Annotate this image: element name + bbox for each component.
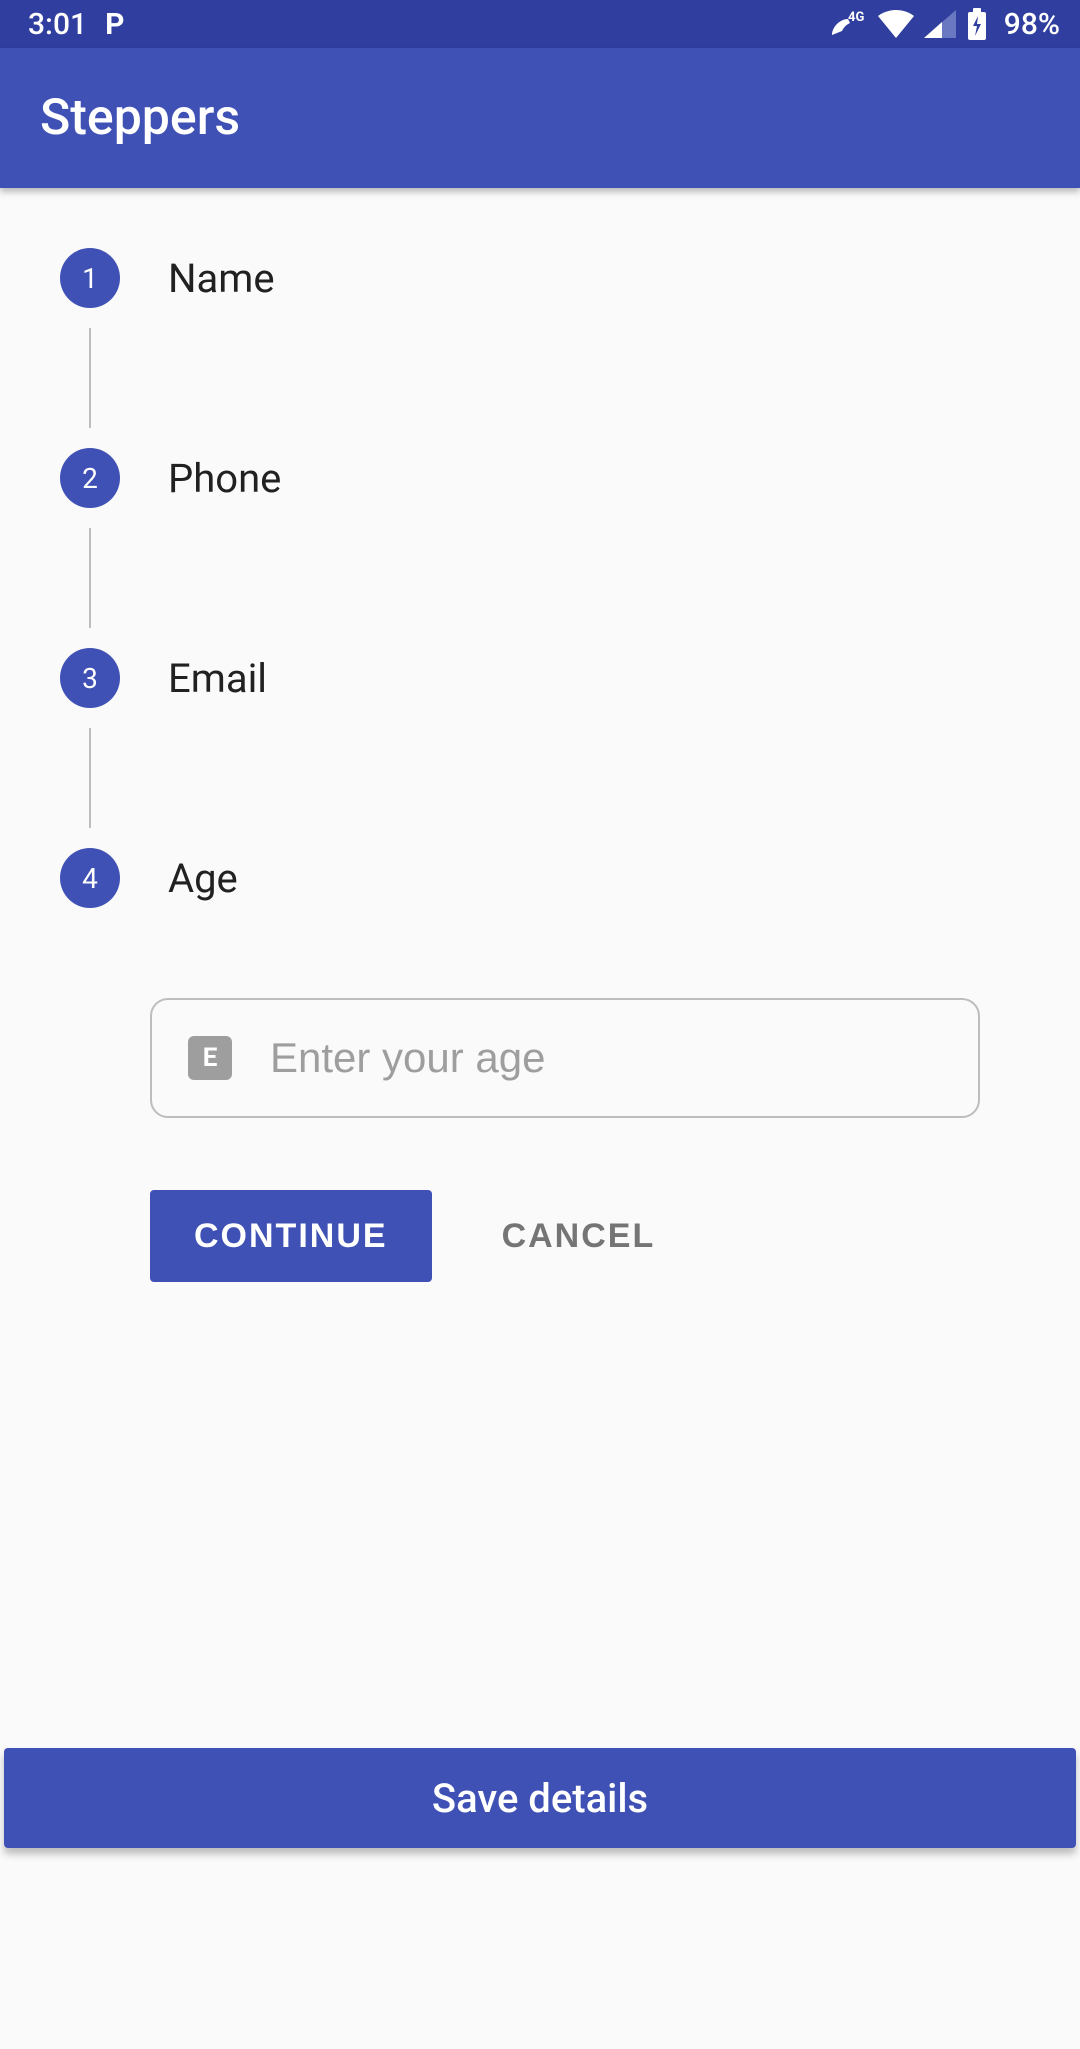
- cancel-button[interactable]: CANCEL: [492, 1190, 666, 1282]
- step-circle-3: 3: [60, 648, 120, 708]
- status-time: 3:01: [28, 7, 87, 42]
- signal-icon: [924, 10, 956, 38]
- page-title: Steppers: [40, 89, 240, 147]
- step-circle-1: 1: [60, 248, 120, 308]
- step-label-email: Email: [168, 655, 267, 702]
- svg-text:4G: 4G: [848, 10, 864, 25]
- step-circle-4: 4: [60, 848, 120, 908]
- age-input-container[interactable]: E: [150, 998, 980, 1118]
- step-phone[interactable]: 2 Phone: [60, 448, 1020, 508]
- step-connector-3: [60, 728, 1020, 828]
- step-circle-2: 2: [60, 448, 120, 508]
- step-name[interactable]: 1 Name: [60, 248, 1020, 308]
- continue-button[interactable]: CONTINUE: [150, 1190, 432, 1282]
- step-label-age: Age: [168, 855, 238, 902]
- active-step-content: E CONTINUE CANCEL: [150, 998, 1020, 1282]
- app-p-icon: P: [105, 7, 124, 42]
- step-age[interactable]: 4 Age: [60, 848, 1020, 908]
- stepper-container: 1 Name 2 Phone 3 Email 4 Age E CONTINUE …: [0, 188, 1080, 1282]
- step-button-row: CONTINUE CANCEL: [150, 1190, 1020, 1282]
- battery-icon: [966, 8, 988, 40]
- step-label-name: Name: [168, 255, 275, 302]
- age-input[interactable]: [270, 1034, 942, 1082]
- call-4g-icon: 4G: [828, 9, 868, 39]
- status-bar-right: 4G 98%: [828, 7, 1060, 42]
- step-connector-2: [60, 528, 1020, 628]
- wifi-icon: [878, 10, 914, 38]
- app-bar: Steppers: [0, 48, 1080, 188]
- status-bar: 3:01 P 4G 98%: [0, 0, 1080, 48]
- status-bar-left: 3:01 P: [28, 7, 124, 42]
- status-battery-pct: 98%: [1004, 7, 1060, 42]
- step-label-phone: Phone: [168, 455, 281, 502]
- step-email[interactable]: 3 Email: [60, 648, 1020, 708]
- explicit-badge-icon: E: [188, 1036, 232, 1080]
- save-details-button[interactable]: Save details: [4, 1748, 1076, 1848]
- step-connector-1: [60, 328, 1020, 428]
